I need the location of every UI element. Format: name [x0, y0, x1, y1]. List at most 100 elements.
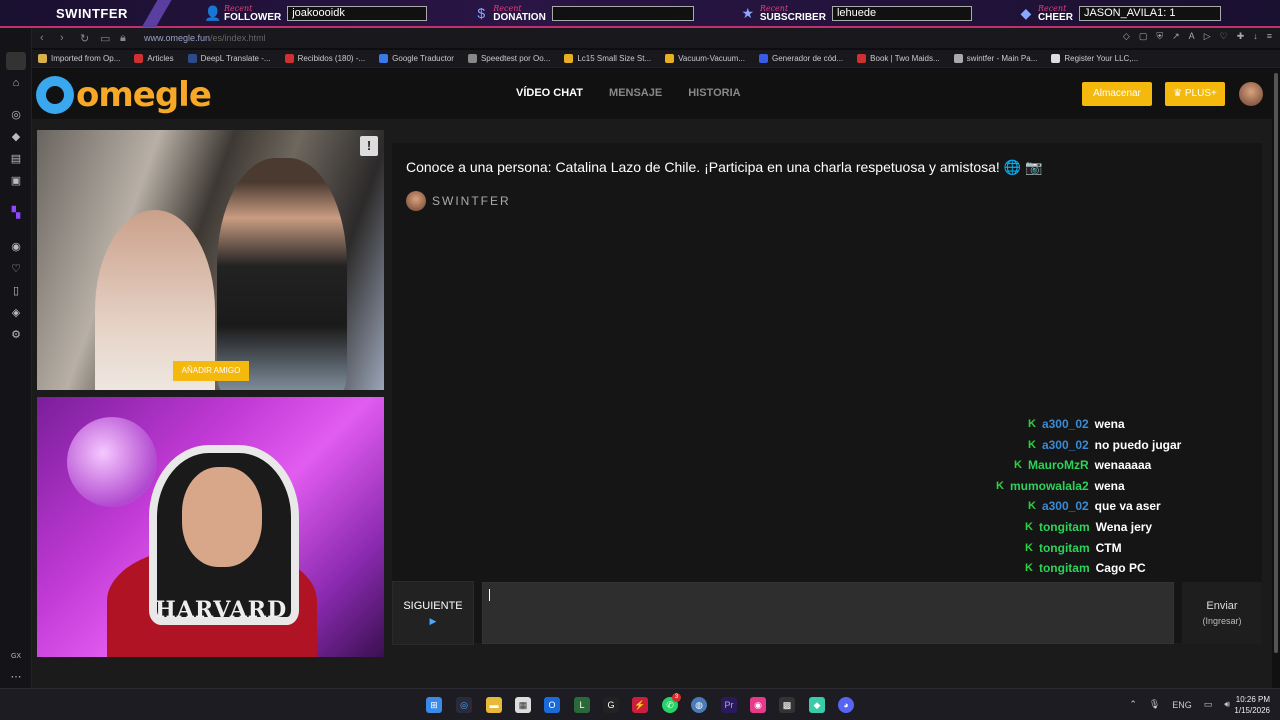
logo-text: omegle	[76, 75, 212, 115]
message-input[interactable]	[482, 582, 1174, 644]
play-icon[interactable]: ◉	[9, 240, 23, 254]
diamond-icon[interactable]: ◆	[9, 130, 23, 144]
bookmark-item[interactable]: Recibidos (180) -...	[284, 54, 365, 63]
site-header: omegle VÍDEO CHAT MENSAJE HISTORIA Almac…	[32, 69, 1272, 119]
bookmark-label: Book | Two Maids...	[870, 54, 940, 63]
clock[interactable]: 10:26 PM 1/15/2026	[1234, 694, 1270, 716]
notes-icon[interactable]: ▯	[9, 284, 23, 298]
heart-icon[interactable]: ♡	[9, 262, 23, 276]
twitch-chat-line: Ka300_02 no puedo jugar	[1028, 438, 1181, 452]
kick-badge-icon: K	[1028, 439, 1036, 451]
bookmark-item[interactable]: DeepL Translate -...	[187, 54, 271, 63]
share-icon[interactable]: ↗	[1172, 31, 1180, 42]
settings-icon[interactable]: ⚙	[9, 328, 23, 342]
person-figure	[217, 158, 347, 390]
tab-message[interactable]: MENSAJE	[609, 87, 662, 99]
extensions-icon[interactable]: ✚	[1237, 31, 1245, 42]
bookmark-item[interactable]: Book | Two Maids...	[857, 54, 940, 63]
premiere-icon[interactable]: Pr	[721, 697, 737, 713]
twitch-icon[interactable]: ▚	[9, 206, 23, 220]
discord-icon[interactable]: ◕	[838, 697, 854, 713]
clock-date: 1/15/2026	[1234, 706, 1270, 715]
overlay-cheer: ◆ Recent CHEER JASON_AVILA1: 1	[1018, 4, 1221, 23]
planet-decor	[67, 417, 157, 507]
bookmark-label: DeepL Translate -...	[200, 54, 271, 63]
translate-icon[interactable]: A	[1189, 31, 1195, 42]
heart-icon[interactable]: ♡	[1220, 31, 1228, 42]
obs-icon[interactable]: ◆	[809, 697, 825, 713]
bookmark-item[interactable]: Generador de cód...	[759, 54, 843, 63]
browser-icon[interactable]: ◎	[456, 697, 472, 713]
bookmark-label: Vacuum-Vacuum...	[678, 54, 745, 63]
forward-icon[interactable]: ›	[60, 32, 72, 44]
bookmark-label: Imported from Op...	[51, 54, 121, 63]
avatar[interactable]	[1239, 82, 1263, 106]
avatar	[406, 191, 426, 211]
page-scrollbar[interactable]	[1272, 69, 1280, 688]
bookmark-item[interactable]: swintfer - Main Pa...	[953, 54, 1037, 63]
gamepad-icon[interactable]: ⌂	[9, 76, 23, 90]
twitch-chat-line: Ka300_02 wena	[1028, 417, 1125, 431]
more-icon[interactable]: ⋯	[9, 670, 23, 684]
chat-text: no puedo jugar	[1094, 438, 1182, 452]
steam-icon[interactable]: ◍	[691, 697, 707, 713]
display-icon[interactable]: ▭	[1204, 699, 1213, 710]
box-icon[interactable]: ▣	[9, 174, 23, 188]
url-field[interactable]: www.omegle.fun/es/index.html	[144, 33, 266, 43]
outlook-icon[interactable]: O	[544, 697, 560, 713]
bookmark-item[interactable]: Lc15 Small Size St...	[564, 54, 651, 63]
stream-deck-icon[interactable]: ▩	[779, 697, 795, 713]
bookmark-item[interactable]: Speedtest por Oo...	[467, 54, 551, 63]
bookmark-item[interactable]: Articles	[134, 54, 174, 63]
twitch-chat-line: Ka300_02 que va aser	[1028, 499, 1161, 513]
volume-icon[interactable]: 🔊︎	[1224, 699, 1230, 710]
game-icon[interactable]: L	[574, 697, 590, 713]
news-icon[interactable]: ▤	[9, 152, 23, 166]
omegle-logo[interactable]: omegle	[36, 75, 212, 115]
download-icon[interactable]: ↓	[1253, 31, 1258, 42]
store-button[interactable]: Almacenar	[1082, 82, 1152, 106]
extension-icon[interactable]: ◈	[9, 306, 23, 320]
scrollbar-thumb[interactable]	[1274, 73, 1278, 653]
bookmark-item[interactable]: Google Traductor	[379, 54, 454, 63]
home-icon[interactable]	[6, 52, 26, 70]
capture-icon[interactable]: ▢	[1139, 31, 1148, 42]
camera-icon[interactable]: ▭	[100, 32, 112, 45]
g-icon[interactable]: G	[603, 697, 619, 713]
cheer-value: JASON_AVILA1: 1	[1078, 5, 1221, 21]
bookmark-label: Speedtest por Oo...	[480, 54, 551, 63]
folder-icon[interactable]: ▬	[486, 697, 502, 713]
bolt-icon[interactable]: ⚡	[632, 697, 648, 713]
chat-username: tongitam	[1038, 520, 1090, 534]
reload-icon[interactable]: ↻	[80, 32, 92, 45]
gx-icon[interactable]: GX	[9, 650, 23, 664]
bookmark-item[interactable]: Register Your LLC,...	[1051, 54, 1138, 63]
next-button[interactable]: SIGUIENTE ▶	[392, 581, 474, 645]
chevron-up-icon[interactable]: ⌃	[1129, 699, 1137, 710]
store-icon[interactable]: ▦	[515, 697, 531, 713]
back-icon[interactable]: ‹	[40, 32, 52, 44]
twitch-chat-line: K MauroMzR wenaaaaa	[1014, 458, 1151, 472]
follower-icon: 👤	[204, 4, 222, 21]
send-button[interactable]: Enviar (Ingresar)	[1182, 582, 1262, 644]
tab-history[interactable]: HISTORIA	[688, 87, 740, 99]
shield-icon[interactable]: ⛨	[1156, 31, 1163, 42]
camera-app-icon[interactable]: ◉	[750, 697, 766, 713]
bookmark-icon[interactable]: ◇	[1123, 31, 1130, 42]
windows-start-icon[interactable]: ⊞	[426, 697, 442, 713]
tab-video-chat[interactable]: VÍDEO CHAT	[516, 87, 583, 99]
stream-overlay-bar: SWINTFER 👤 Recent FOLLOWER joakoooidk $ R…	[0, 0, 1280, 28]
menu-icon[interactable]: ≡	[1267, 31, 1272, 42]
add-friend-button[interactable]: AÑADIR AMIGO	[173, 361, 249, 381]
play-icon[interactable]: ▷	[1204, 31, 1211, 42]
language-indicator[interactable]: ENG	[1172, 700, 1192, 710]
bookmark-item[interactable]: Vacuum-Vacuum...	[665, 54, 745, 63]
bookmark-label: Google Traductor	[392, 54, 454, 63]
chat-username: a300_02	[1041, 438, 1089, 452]
messenger-icon[interactable]: ◎	[9, 108, 23, 122]
bookmarks-bar: Imported from Op... Articles DeepL Transla…	[32, 50, 1280, 68]
report-button[interactable]: !	[360, 136, 378, 156]
bookmark-item[interactable]: Imported from Op...	[38, 54, 120, 63]
microphone-icon[interactable]: 🎙︎	[1149, 699, 1160, 710]
plus-button[interactable]: ♛ PLUS+	[1165, 82, 1225, 106]
